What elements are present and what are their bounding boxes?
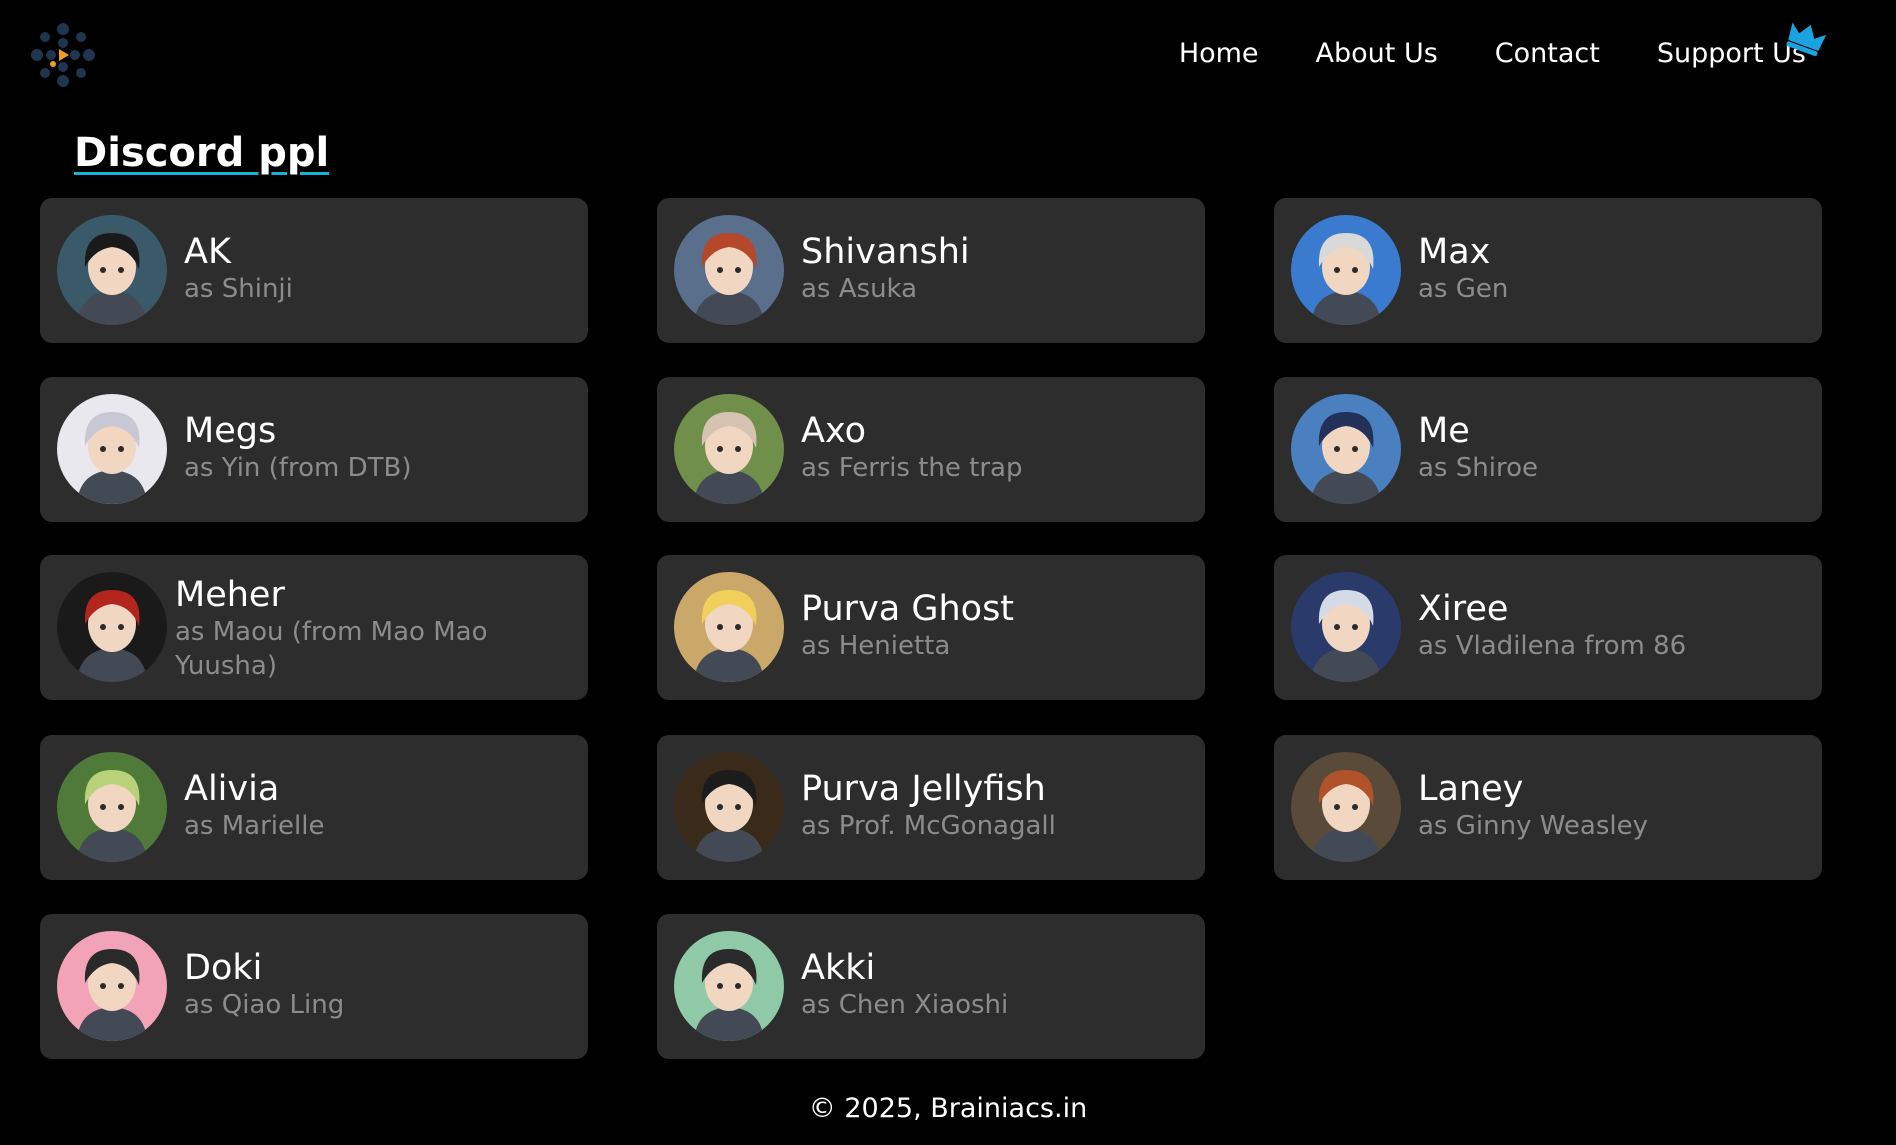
member-name: Megs [184,411,277,451]
avatar [57,752,167,862]
avatar [674,215,784,325]
member-info: Xiree as Vladilena from 86 [1418,589,1798,663]
main-nav: Home About Us Contact Support Us [1122,22,1827,69]
member-name: AK [184,232,231,272]
member-card[interactable]: Xiree as Vladilena from 86 [1274,555,1822,700]
member-info: AK as Shinji [184,232,564,306]
member-role: as Chen Xiaoshi [801,990,1009,1020]
avatar [57,394,167,504]
member-role: as Shiroe [1418,453,1538,483]
page-title: Discord ppl [74,130,330,176]
member-card[interactable]: Meher as Maou (from Mao Mao Yuusha) [40,555,588,700]
member-role: as Qiao Ling [184,990,345,1020]
avatar [1291,394,1401,504]
member-name: Laney [1418,769,1524,809]
member-name: Me [1418,411,1470,451]
member-card[interactable]: Purva Ghost as Henietta [657,555,1205,700]
avatar [57,931,167,1041]
footer-copyright: © 2025, Brainiacs.in [808,1093,1088,1124]
member-name: Xiree [1418,589,1509,629]
member-name: Akki [801,948,876,988]
member-info: Purva Jellyfish as Prof. McGonagall [801,769,1181,843]
member-name: Meher [175,575,285,615]
avatar [1291,752,1401,862]
member-card[interactable]: Me as Shiroe [1274,377,1822,522]
avatar [674,931,784,1041]
nav-home-link[interactable]: Home [1179,38,1259,69]
crown-icon [1784,20,1828,57]
member-card[interactable]: Alivia as Marielle [40,735,588,880]
member-card[interactable]: Akki as Chen Xiaoshi [657,914,1205,1059]
member-card[interactable]: Purva Jellyfish as Prof. McGonagall [657,735,1205,880]
page: Home About Us Contact Support Us Discord… [0,0,1896,1145]
avatar [674,572,784,682]
member-card[interactable]: Shivanshi as Asuka [657,198,1205,343]
avatar [1291,215,1401,325]
member-name: Shivanshi [801,232,970,272]
member-role: as Asuka [801,274,918,304]
member-card[interactable]: Doki as Qiao Ling [40,914,588,1059]
member-info: Purva Ghost as Henietta [801,589,1181,663]
member-name: Max [1418,232,1491,272]
member-info: Axo as Ferris the trap [801,411,1181,485]
member-role: as Marielle [184,811,325,841]
member-info: Doki as Qiao Ling [184,948,564,1022]
member-card[interactable]: Axo as Ferris the trap [657,377,1205,522]
member-card[interactable]: Megs as Yin (from DTB) [40,377,588,522]
member-role: as Gen [1418,274,1509,304]
member-card[interactable]: AK as Shinji [40,198,588,343]
avatar [57,572,167,682]
avatar [1291,572,1401,682]
member-role: as Shinji [184,274,293,304]
nav-about-link[interactable]: About Us [1316,38,1438,69]
member-name: Purva Ghost [801,589,1015,629]
avatar [674,394,784,504]
avatar [57,215,167,325]
member-card[interactable]: Laney as Ginny Weasley [1274,735,1822,880]
member-role: as Ginny Weasley [1418,811,1648,841]
member-role: as Maou (from Mao Mao Yuusha) [175,617,488,681]
member-name: Doki [184,948,263,988]
member-info: Alivia as Marielle [184,769,564,843]
avatar [674,752,784,862]
member-role: as Yin (from DTB) [184,453,412,483]
member-name: Alivia [184,769,280,809]
member-info: Megs as Yin (from DTB) [184,411,564,485]
member-info: Max as Gen [1418,232,1798,306]
member-role: as Henietta [801,631,951,661]
member-info: Shivanshi as Asuka [801,232,1181,306]
member-info: Akki as Chen Xiaoshi [801,948,1181,1022]
nav-contact-link[interactable]: Contact [1495,38,1600,69]
member-name: Purva Jellyfish [801,769,1046,809]
member-role: as Ferris the trap [801,453,1023,483]
member-role: as Vladilena from 86 [1418,631,1687,661]
member-info: Meher as Maou (from Mao Mao Yuusha) [175,575,555,683]
member-card[interactable]: Max as Gen [1274,198,1822,343]
brainiacs-logo-icon[interactable] [28,20,98,90]
member-info: Me as Shiroe [1418,411,1798,485]
member-info: Laney as Ginny Weasley [1418,769,1798,843]
member-role: as Prof. McGonagall [801,811,1056,841]
nav-support-link[interactable]: Support Us [1657,22,1827,69]
member-name: Axo [801,411,866,451]
